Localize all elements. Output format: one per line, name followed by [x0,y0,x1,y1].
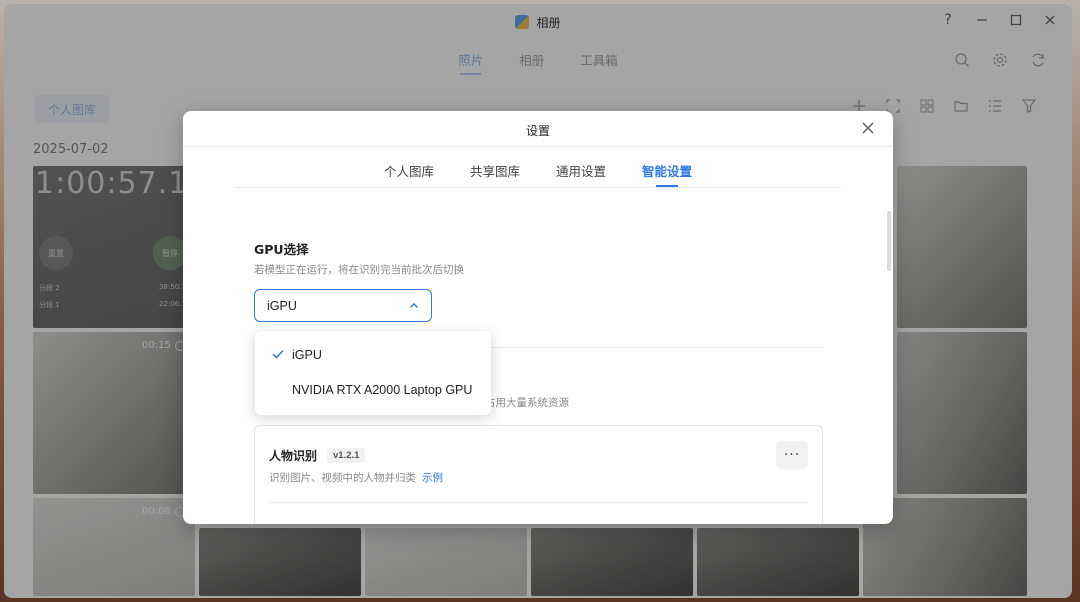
card-description: 识别图片、视频中的人物并归类 示例 [269,470,443,485]
example-link[interactable]: 示例 [422,472,443,484]
tab-shared-library[interactable]: 共享图库 [470,161,520,186]
dialog-title: 设置 [525,124,550,138]
settings-tabs: 个人图库 共享图库 通用设置 智能设置 [183,161,893,187]
gpu-option-label: NVIDIA RTX A2000 Laptop GPU [292,382,473,397]
gpu-option-igpu[interactable]: iGPU [255,337,491,372]
tab-smart-settings[interactable]: 智能设置 [642,161,692,187]
tabs-divider [235,187,841,188]
gpu-dropdown-menu: iGPU NVIDIA RTX A2000 Laptop GPU [255,331,491,415]
card-description-text: 识别图片、视频中的人物并归类 [269,472,416,484]
resource-hint: 占用大量系统资源 [485,397,569,409]
chevron-up-icon [410,303,418,308]
gpu-select[interactable]: iGPU [254,289,432,322]
card-divider [269,502,808,503]
gpu-section-title: GPU选择 [254,242,309,257]
version-badge: v1.2.1 [327,448,366,463]
settings-dialog: 设置 个人图库 共享图库 通用设置 智能设置 GPU选择 若模型正在运行，将在识… [183,111,893,524]
tab-general-settings[interactable]: 通用设置 [556,161,606,186]
close-icon[interactable] [861,121,875,135]
more-options-button[interactable]: ··· [776,441,808,469]
checkmark-icon [272,349,284,359]
gpu-option-nvidia[interactable]: NVIDIA RTX A2000 Laptop GPU [255,372,491,407]
face-recognition-card: 人物识别 v1.2.1 识别图片、视频中的人物并归类 示例 ··· [254,425,823,524]
tab-personal-library[interactable]: 个人图库 [384,161,434,186]
gpu-section-hint: 若模型正在运行，将在识别完当前批次后切换 [254,264,464,276]
card-title: 人物识别 [269,449,318,463]
scrollbar[interactable] [887,211,891,271]
gpu-select-value: iGPU [267,298,297,313]
dialog-divider [183,146,893,147]
gpu-option-label: iGPU [292,347,322,362]
